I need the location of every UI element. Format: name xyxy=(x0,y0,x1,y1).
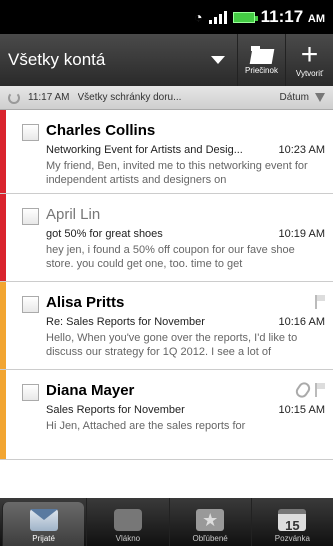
subject: Re: Sales Reports for November xyxy=(46,316,205,328)
sender: Charles Collins xyxy=(46,121,156,139)
tab-conversation[interactable]: Vlákno xyxy=(86,498,168,546)
select-checkbox[interactable] xyxy=(22,124,39,141)
tab-label: Vlákno xyxy=(115,534,141,543)
flag-icon[interactable] xyxy=(315,383,325,397)
battery-icon xyxy=(232,11,258,23)
folder-icon xyxy=(250,45,273,64)
tab-label: Pozvánka xyxy=(274,534,310,543)
account-color-stripe xyxy=(0,370,6,459)
tab-invitations[interactable]: 15 Pozvánka xyxy=(250,498,333,546)
sync-time: 11:17 AM xyxy=(28,92,70,103)
time: 10:19 AM xyxy=(278,228,325,240)
preview: Hi Jen, Attached are the sales reports f… xyxy=(46,420,246,432)
folder-button[interactable]: Priečinok xyxy=(237,34,285,86)
refresh-icon[interactable] xyxy=(8,91,20,104)
subject: got 50% for great shoes xyxy=(46,228,163,240)
compose-button[interactable]: + Vytvoriť xyxy=(285,34,333,86)
tab-label: Prijaté xyxy=(32,534,55,543)
compose-label: Vytvoriť xyxy=(295,68,324,78)
message-list: Charles Collins Networking Event for Art… xyxy=(0,110,333,498)
signal-icon xyxy=(208,10,227,24)
bottom-tabs: Prijaté Vlákno Obľúbené 15 Pozvánka xyxy=(0,498,333,546)
sync-bar: 11:17 AM Všetky schránky doru... Dátum xyxy=(0,86,333,110)
subject: Sales Reports for November xyxy=(46,404,185,416)
tab-label: Obľúbené xyxy=(192,534,228,543)
subject: Networking Event for Artists and Desig..… xyxy=(46,144,243,156)
preview: My friend, Ben, invited me to this netwo… xyxy=(46,160,308,186)
preview: Hello, When you've gone over the reports… xyxy=(46,332,298,358)
time: 10:15 AM xyxy=(278,404,325,416)
sort-button[interactable]: Dátum xyxy=(280,92,325,103)
inbox-icon xyxy=(29,509,58,531)
message-row[interactable]: Diana Mayer Sales Reports for November 10… xyxy=(0,370,333,460)
account-color-stripe xyxy=(0,194,6,281)
action-bar: Všetky kontá Priečinok + Vytvoriť xyxy=(0,34,333,86)
time: 10:23 AM xyxy=(278,144,325,156)
tab-inbox[interactable]: Prijaté xyxy=(2,502,85,546)
chevron-down-icon xyxy=(211,56,225,64)
message-row[interactable]: Charles Collins Networking Event for Art… xyxy=(0,110,333,194)
filter-label[interactable]: Všetky schránky doru... xyxy=(78,92,280,103)
status-time: 11:17 AM xyxy=(260,7,325,26)
tab-favorites[interactable]: Obľúbené xyxy=(168,498,251,546)
account-selector[interactable]: Všetky kontá xyxy=(0,34,237,86)
select-checkbox[interactable] xyxy=(22,208,39,225)
plus-icon: + xyxy=(300,37,319,71)
flag-icon[interactable] xyxy=(315,295,325,309)
sender: April Lin xyxy=(46,205,101,223)
sender: Alisa Pritts xyxy=(46,292,325,312)
favorites-icon xyxy=(196,509,225,531)
time: 10:16 AM xyxy=(278,316,325,328)
attachment-icon xyxy=(293,380,313,400)
select-checkbox[interactable] xyxy=(22,384,39,401)
sender: Diana Mayer xyxy=(46,380,325,400)
wifi-icon: ◔ xyxy=(194,9,203,25)
folder-label: Priečinok xyxy=(245,65,278,75)
message-row[interactable]: Alisa Pritts Re: Sales Reports for Novem… xyxy=(0,282,333,370)
message-row[interactable]: April Lin got 50% for great shoes 10:19 A… xyxy=(0,194,333,282)
sort-label: Dátum xyxy=(279,92,309,103)
account-label: Všetky kontá xyxy=(8,50,106,69)
status-bar: ◔ 11:17 AM xyxy=(0,0,333,34)
select-checkbox[interactable] xyxy=(22,296,39,313)
conversation-icon xyxy=(113,509,142,531)
preview: hey jen, i found a 50% off coupon for ou… xyxy=(46,244,295,270)
account-color-stripe xyxy=(0,110,6,193)
account-color-stripe xyxy=(0,282,6,369)
sort-arrow-icon xyxy=(315,93,325,102)
calendar-icon: 15 xyxy=(278,509,307,533)
